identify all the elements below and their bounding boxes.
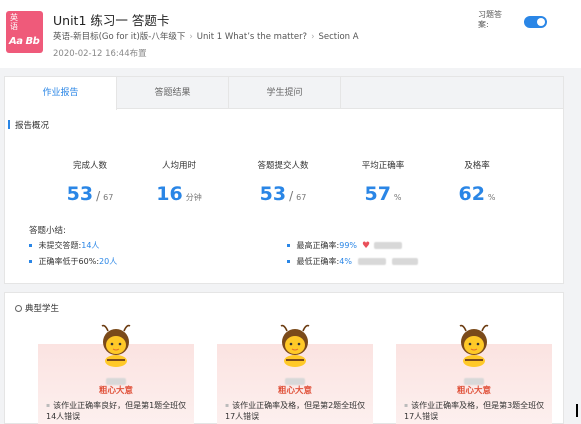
tab-results[interactable]: 答题结果 (117, 77, 229, 109)
tab-report[interactable]: 作业报告 (5, 77, 117, 110)
summary-label: 最高正确率: (296, 241, 340, 250)
stat-avg-time: 人均用时 16 分钟 (129, 159, 229, 205)
summary-label: 未提交答题: (38, 241, 82, 250)
stat-label: 人均用时 (161, 161, 196, 171)
stat-suffix: 67 (296, 193, 307, 202)
summary-value[interactable]: 20人 (99, 257, 117, 266)
page-title: Unit1 练习一 答题卡 (53, 13, 170, 28)
report-card: 作业报告 答题结果 学生提问 报告概况 完成人数 53/67 人均用时 16 分钟… (4, 76, 564, 284)
stat-value: 62 (458, 183, 485, 205)
chevron-right-icon: › (311, 32, 315, 42)
stat-suffix: 67 (103, 193, 114, 202)
summary-value[interactable]: 14人 (81, 241, 99, 250)
summary-title: 答题小结: (29, 226, 66, 236)
stat-completed: 完成人数 53/67 (40, 159, 140, 205)
breadcrumb-item[interactable]: Section A (318, 32, 358, 42)
typical-student-card[interactable]: 粗心大意 该作业正确率及格，但是第2题全班仅17人错误 (217, 324, 373, 424)
stat-suffix: % (393, 193, 402, 202)
typical-student-card[interactable]: 粗心大意 该作业正确率及格，但是第3题全班仅17人错误 (396, 324, 552, 424)
stat-value: 16 (156, 183, 183, 205)
summary-unsubmitted: 未提交答题:14人 (29, 240, 100, 251)
tab-questions[interactable]: 学生提问 (229, 77, 341, 109)
student-tag: 粗心大意 (277, 386, 312, 396)
english-subject-icon: 英语 Aa Bb (6, 11, 43, 53)
bee-avatar-icon (101, 324, 131, 367)
breadcrumb-item[interactable]: 英语-新目标(Go for it)版-八年级下 (53, 32, 185, 42)
answer-toggle-label: 习题答案: (478, 10, 502, 29)
typical-students-card: 典型学生 粗心大意 该作业正确率良好，但是第1题全班仅14人错误 粗心 (4, 292, 564, 424)
bee-avatar-icon (459, 324, 489, 367)
typical-student-card[interactable]: 粗心大意 该作业正确率良好，但是第1题全班仅14人错误 (38, 324, 194, 424)
stat-label: 平均正确率 (361, 161, 405, 171)
summary-label: 正确率低于60%: (38, 257, 100, 266)
stat-value: 57 (364, 183, 391, 205)
student-tag: 粗心大意 (98, 386, 133, 396)
blurred-student-name (391, 258, 418, 265)
report-overview-title: 报告概况 (8, 119, 49, 131)
assign-time: 2020-02-12 16:44布置 (53, 49, 147, 59)
chevron-right-icon: › (189, 32, 193, 42)
stat-label: 答题提交人数 (257, 161, 309, 171)
student-tag: 粗心大意 (456, 386, 491, 396)
stat-label: 完成人数 (72, 161, 107, 171)
student-desc: 该作业正确率及格，但是第2题全班仅17人错误 (225, 400, 371, 422)
stat-value: 53 (259, 183, 287, 205)
blurred-student-name (357, 258, 386, 265)
tab-bar: 作业报告 答题结果 学生提问 (5, 77, 563, 110)
text-cursor (576, 404, 578, 417)
breadcrumb: 英语-新目标(Go for it)版-八年级下 › Unit 1 What’s th… (53, 30, 359, 42)
summary-highest: 最高正确率:99% ♥ (287, 240, 403, 251)
summary-value: 99% (339, 241, 358, 250)
stat-value: 53 (66, 183, 94, 205)
summary-label: 最低正确率: (296, 257, 340, 266)
answer-toggle[interactable] (524, 16, 547, 28)
stat-suffix: 分钟 (185, 193, 202, 202)
subject-icon-en: Aa Bb (9, 36, 40, 47)
breadcrumb-item[interactable]: Unit 1 What’s the matter? (197, 32, 307, 42)
stat-suffix: % (487, 193, 496, 202)
assignment-header: 英语 Aa Bb Unit1 练习一 答题卡 英语-新目标(Go for it)… (0, 0, 581, 68)
blurred-student-name (374, 242, 403, 249)
toggle-knob (537, 18, 545, 26)
subject-icon-cn: 英语 (10, 13, 18, 31)
typical-students-title: 典型学生 (15, 302, 59, 314)
bee-avatar-icon (280, 324, 310, 367)
student-desc: 该作业正确率良好，但是第1题全班仅14人错误 (46, 400, 192, 422)
heart-icon: ♥ (362, 241, 371, 251)
stat-avg-accuracy: 平均正确率 57% (333, 159, 433, 205)
stat-submitted: 答题提交人数 53/67 (233, 159, 333, 205)
stat-pass-rate: 及格率 62% (427, 159, 527, 205)
summary-value: 4% (339, 257, 352, 266)
student-desc: 该作业正确率及格，但是第3题全班仅17人错误 (404, 400, 550, 422)
summary-low-rate: 正确率低于60%:20人 (29, 256, 118, 267)
clock-icon (15, 305, 22, 312)
summary-lowest: 最低正确率:4% (287, 256, 418, 267)
stat-label: 及格率 (464, 161, 490, 171)
